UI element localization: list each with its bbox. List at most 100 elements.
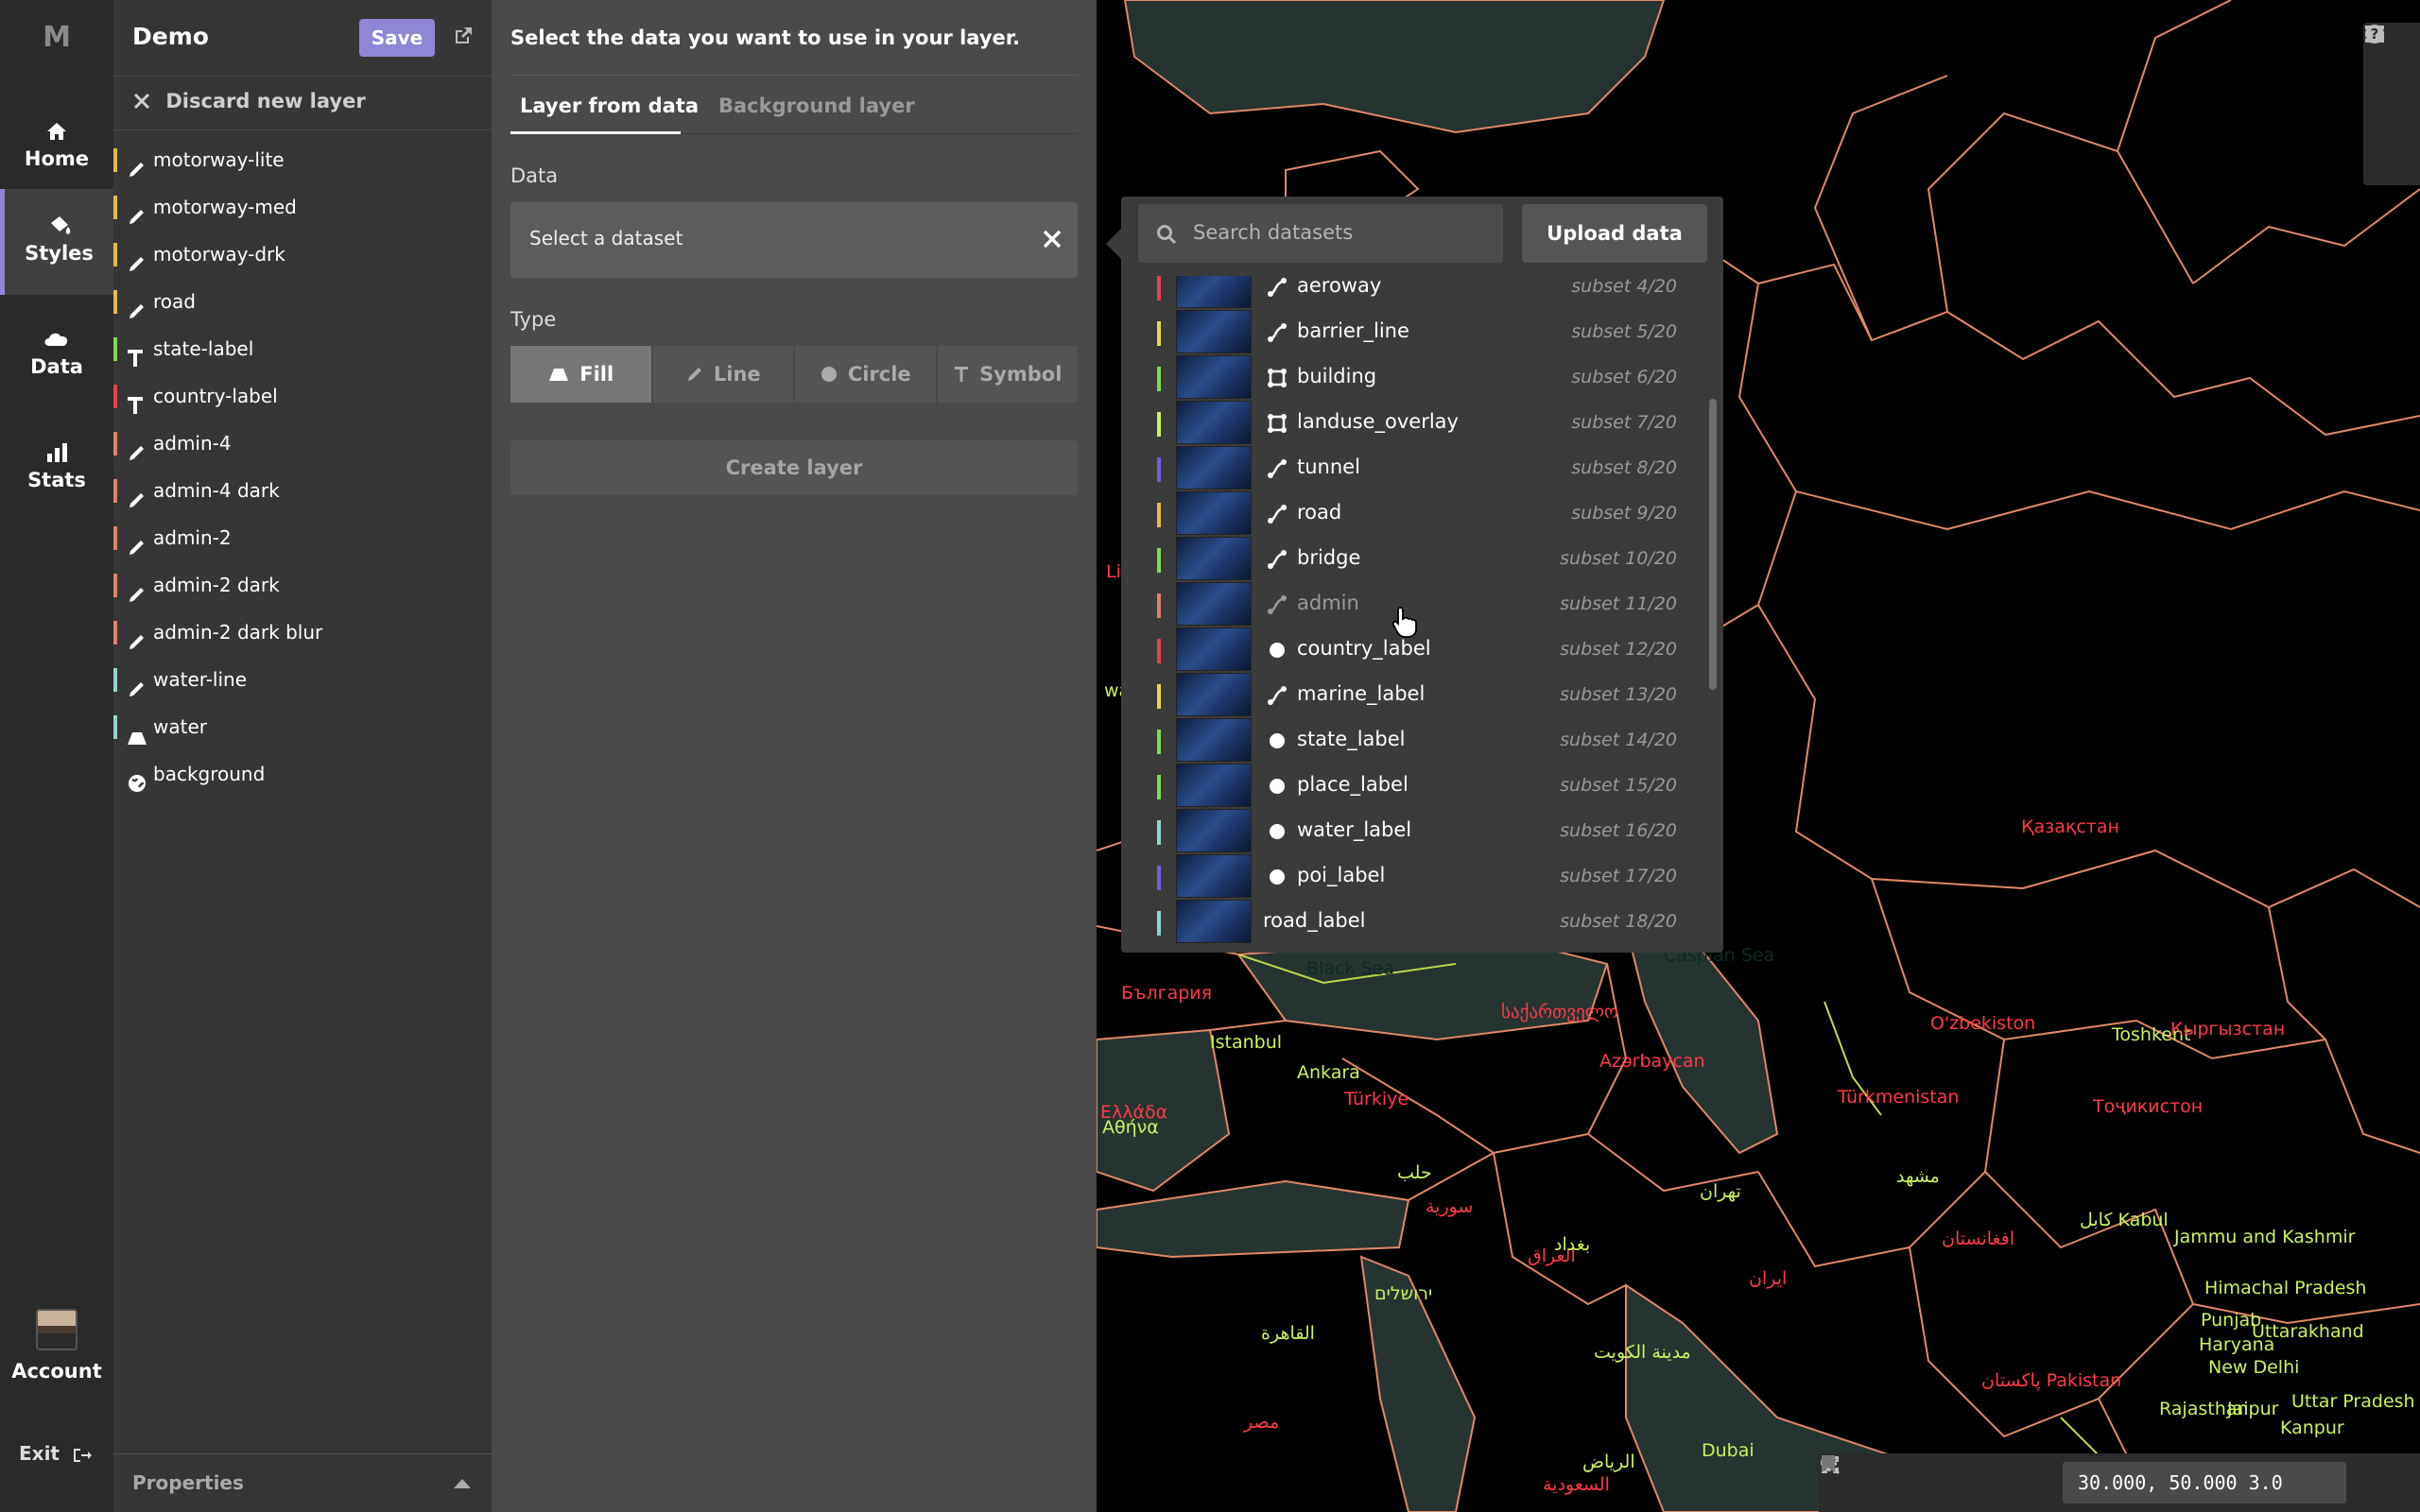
nav-styles[interactable]: Styles xyxy=(0,189,113,295)
dataset-search-input[interactable]: Search datasets xyxy=(1138,204,1503,263)
dataset-name: place_label xyxy=(1297,773,1409,796)
add-layer-panel: Select the data you want to use in your … xyxy=(492,0,1097,1512)
add-layer-title: Select the data you want to use in your … xyxy=(510,0,1078,76)
dataset-row[interactable]: aeroway subset 4/20 xyxy=(1121,276,1709,310)
text-t-icon xyxy=(127,386,147,414)
dataset-color-bar xyxy=(1157,412,1161,437)
discard-new-layer-button[interactable]: Discard new layer xyxy=(113,76,492,130)
layer-name: admin-4 xyxy=(153,432,232,455)
search-icon xyxy=(1155,223,1178,250)
type-symbol-button[interactable]: Symbol xyxy=(937,346,1078,403)
type-section-label: Type xyxy=(510,308,557,331)
type-circle-button[interactable]: Circle xyxy=(795,346,936,403)
layer-item[interactable]: motorway-lite xyxy=(113,136,492,183)
dataset-row[interactable]: landuse_overlay subset 7/20 xyxy=(1121,401,1709,446)
clear-dataset-icon[interactable] xyxy=(1042,225,1063,256)
bar-chart-icon xyxy=(0,416,113,462)
dataset-thumbnail xyxy=(1176,446,1252,490)
app-logo[interactable]: M xyxy=(0,21,113,54)
layer-item[interactable]: admin-4 xyxy=(113,420,492,467)
dataset-row[interactable]: road subset 9/20 xyxy=(1121,491,1709,537)
debug-bug-icon[interactable] xyxy=(2363,26,2420,129)
layer-item[interactable]: admin-2 dark xyxy=(113,561,492,609)
map-label: Uttar Pradesh xyxy=(2291,1391,2415,1412)
layer-name: water xyxy=(153,715,207,738)
line-geometry-icon xyxy=(1267,685,1288,706)
dataset-thumbnail xyxy=(1176,627,1252,671)
layer-type-selector: Fill Line Circle Symbol xyxy=(510,346,1078,403)
layer-item[interactable]: motorway-med xyxy=(113,183,492,231)
layer-item[interactable]: motorway-drk xyxy=(113,231,492,278)
upload-data-button[interactable]: Upload data xyxy=(1522,204,1707,263)
map-label: Jaipur xyxy=(2227,1399,2279,1419)
layer-item[interactable]: admin-2 xyxy=(113,514,492,561)
tab-background-layer[interactable]: Background layer xyxy=(718,94,915,117)
tab-layer-from-data[interactable]: Layer from data xyxy=(520,94,699,117)
nav-home[interactable]: Home xyxy=(0,94,113,200)
pencil-icon xyxy=(127,575,147,602)
map-label: حلب xyxy=(1397,1162,1432,1183)
dataset-color-bar xyxy=(1157,367,1161,391)
home-icon xyxy=(0,94,113,140)
layer-item[interactable]: road xyxy=(113,278,492,325)
layer-name: motorway-lite xyxy=(153,148,285,171)
map-label: Dubai xyxy=(1702,1440,1754,1461)
layer-item[interactable]: admin-4 dark xyxy=(113,467,492,514)
dataset-name: state_label xyxy=(1297,728,1406,750)
layer-color-bar xyxy=(113,668,117,692)
layer-item[interactable]: country-label xyxy=(113,372,492,420)
pencil-icon xyxy=(127,527,147,555)
layer-item[interactable]: admin-2 dark blur xyxy=(113,609,492,656)
pencil-icon xyxy=(127,669,147,696)
map-controls-bar: 30.000, 50.000 3.0 xyxy=(1819,1453,2420,1512)
create-layer-button[interactable]: Create layer xyxy=(510,440,1078,495)
account-menu[interactable]: Account xyxy=(0,1309,113,1383)
map-coordinates-value: 30.000, 50.000 3.0 xyxy=(2078,1471,2283,1494)
dataset-color-bar xyxy=(1157,457,1161,482)
dataset-row[interactable]: barrier_line subset 5/20 xyxy=(1121,310,1709,355)
exit-button[interactable]: Exit xyxy=(19,1442,93,1465)
dataset-thumbnail xyxy=(1176,276,1252,308)
dataset-row[interactable]: water_label subset 16/20 xyxy=(1121,809,1709,854)
layer-name: admin-2 xyxy=(153,526,232,549)
layer-item[interactable]: state-label xyxy=(113,325,492,372)
pencil-icon xyxy=(127,149,147,177)
layer-name: road xyxy=(153,290,196,313)
dataset-subset: subset 6/20 xyxy=(1571,367,1677,387)
nav-stats[interactable]: Stats xyxy=(0,416,113,522)
dataset-row[interactable]: poi_label subset 17/20 xyxy=(1121,854,1709,900)
type-line-button[interactable]: Line xyxy=(652,346,793,403)
layer-item[interactable]: water xyxy=(113,703,492,750)
polygon-geometry-icon xyxy=(1267,368,1288,388)
dataset-list-scroll-thumb[interactable] xyxy=(1709,399,1717,690)
nav-data-label: Data xyxy=(30,355,83,378)
save-button[interactable]: Save xyxy=(359,19,435,57)
layer-item[interactable]: background xyxy=(113,750,492,798)
type-fill-button[interactable]: Fill xyxy=(510,346,651,403)
external-link-icon[interactable] xyxy=(452,25,475,51)
properties-drawer[interactable]: Properties xyxy=(113,1453,492,1512)
dataset-row[interactable]: bridge subset 10/20 xyxy=(1121,537,1709,582)
help-icon[interactable]: ? xyxy=(2363,25,2420,181)
dataset-row[interactable]: place_label subset 15/20 xyxy=(1121,764,1709,809)
dataset-select[interactable]: Select a dataset xyxy=(510,202,1078,278)
project-name[interactable]: Demo xyxy=(132,23,209,50)
map-label: تهران xyxy=(1700,1181,1741,1202)
dataset-row[interactable]: marine_label subset 13/20 xyxy=(1121,673,1709,718)
dataset-row[interactable]: tunnel subset 8/20 xyxy=(1121,446,1709,491)
layer-color-bar xyxy=(113,526,117,550)
layer-color-bar xyxy=(113,385,117,408)
dataset-name: building xyxy=(1297,365,1377,387)
map-label: O'zbekiston xyxy=(1930,1013,2036,1034)
layer-name: motorway-med xyxy=(153,196,297,218)
map-coordinates-field[interactable]: 30.000, 50.000 3.0 xyxy=(2063,1462,2346,1503)
nav-data[interactable]: Data xyxy=(0,302,113,408)
layer-item[interactable]: water-line xyxy=(113,656,492,703)
active-tab-indicator xyxy=(510,131,681,134)
dataset-row[interactable]: road_label subset 18/20 xyxy=(1121,900,1709,945)
dataset-row[interactable]: state_label subset 14/20 xyxy=(1121,718,1709,764)
pencil-icon xyxy=(127,480,147,507)
dataset-color-bar xyxy=(1157,548,1161,573)
map-label: Αθήνα xyxy=(1102,1117,1159,1138)
dataset-row[interactable]: building subset 6/20 xyxy=(1121,355,1709,401)
